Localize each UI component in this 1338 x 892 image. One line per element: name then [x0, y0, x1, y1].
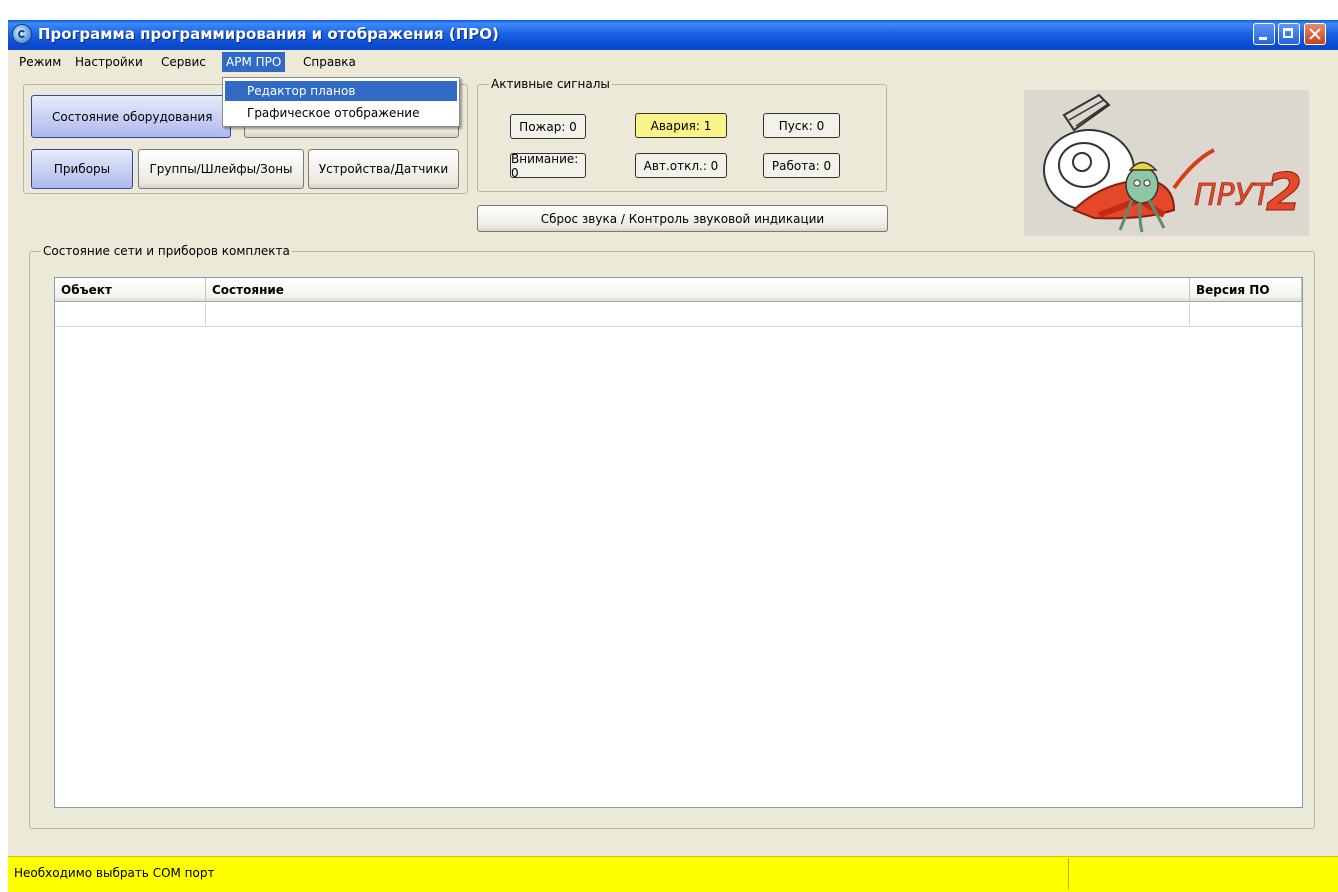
equipment-state-button[interactable]: Состояние оборудования: [31, 95, 231, 138]
start-counter[interactable]: Пуск: 0: [763, 113, 840, 138]
fire-counter[interactable]: Пожар: 0: [510, 114, 586, 139]
table-cell[interactable]: [206, 303, 1190, 327]
svg-text:2: 2: [1266, 163, 1302, 223]
strelets-logo-image: ПРУТ 2: [1024, 90, 1309, 236]
close-button[interactable]: [1304, 23, 1326, 45]
network-status-legend: Состояние сети и приборов комплекта: [41, 244, 292, 258]
attention-counter[interactable]: Внимание: 0: [510, 152, 586, 180]
auto-off-counter[interactable]: Авт.откл.: 0: [635, 153, 727, 178]
minimize-button[interactable]: [1253, 23, 1275, 45]
status-message: Необходимо выбрать COM порт: [14, 866, 215, 880]
status-separator: [1068, 858, 1069, 889]
arm-pro-dropdown: Редактор планов Графическое отображение: [222, 77, 460, 127]
logo-drawing-icon: ПРУТ 2: [1024, 90, 1309, 236]
menu-plan-editor[interactable]: Редактор планов: [225, 81, 457, 101]
tab-units-sensors[interactable]: Устройства/Датчики: [308, 149, 459, 189]
menu-settings[interactable]: Настройки: [71, 52, 147, 72]
svg-text:ПРУТ: ПРУТ: [1194, 178, 1274, 213]
table-cell[interactable]: [55, 303, 206, 327]
window-title: Программа программирования и отображения…: [38, 25, 499, 43]
column-header-state[interactable]: Состояние: [206, 278, 1190, 302]
column-header-firmware-version[interactable]: Версия ПО: [1190, 278, 1302, 302]
maximize-button[interactable]: [1278, 23, 1300, 45]
column-header-object[interactable]: Объект: [55, 278, 206, 302]
menu-help[interactable]: Справка: [299, 52, 360, 72]
reset-sound-button[interactable]: Сброс звука / Контроль звуковой индикаци…: [477, 205, 888, 232]
menu-mode[interactable]: Режим: [15, 52, 65, 72]
active-signals-legend: Активные сигналы: [489, 77, 612, 91]
tab-groups-loops-zones[interactable]: Группы/Шлейфы/Зоны: [138, 149, 304, 189]
tab-devices[interactable]: Приборы: [31, 149, 133, 189]
work-counter[interactable]: Работа: 0: [763, 153, 840, 178]
menu-arm-pro[interactable]: АРМ ПРО: [222, 52, 286, 72]
menu-graphic-display[interactable]: Графическое отображение: [225, 103, 457, 123]
devices-table[interactable]: [54, 277, 1303, 808]
app-icon[interactable]: [12, 24, 32, 44]
alarm-counter[interactable]: Авария: 1: [635, 113, 727, 138]
table-cell[interactable]: [1190, 303, 1302, 327]
menu-service[interactable]: Сервис: [157, 52, 210, 72]
